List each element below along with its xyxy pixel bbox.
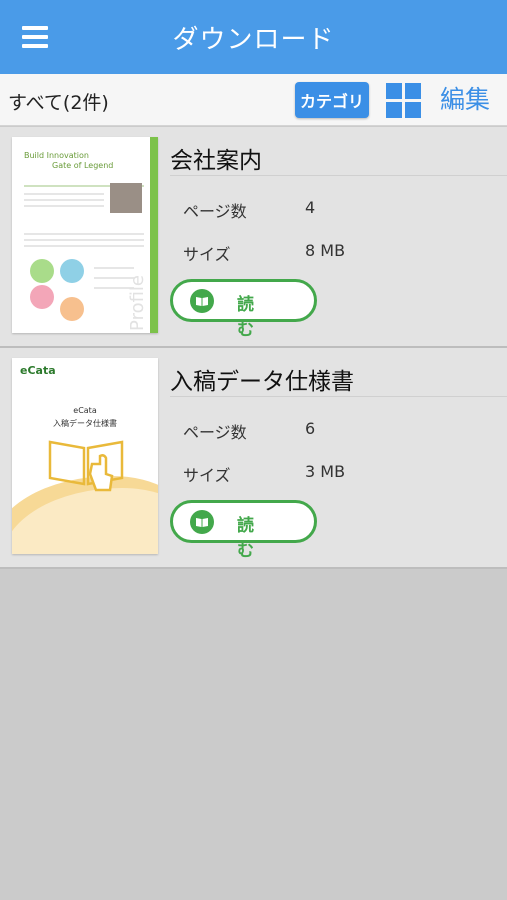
book-icon	[190, 510, 214, 534]
edit-button[interactable]: 編集	[440, 80, 490, 116]
read-button[interactable]: 読む	[170, 279, 317, 340]
read-label: 読む	[237, 516, 280, 561]
grid-cell	[386, 102, 402, 118]
thumb-logo: eCata	[20, 364, 56, 377]
category-button[interactable]: カテゴリ	[295, 82, 369, 118]
thumb-line	[24, 245, 144, 247]
size-label: サイズ	[183, 245, 231, 264]
thumb-name: eCata	[73, 406, 97, 415]
grid-cell	[386, 83, 402, 99]
thumb-heading: Gate of Legend	[52, 161, 114, 170]
thumb-line	[94, 267, 134, 269]
thumb-circle	[30, 285, 54, 309]
thumb-circle	[60, 297, 84, 321]
grid-cell	[405, 83, 421, 99]
item-title: 会社案内	[170, 148, 262, 174]
divider	[170, 396, 507, 397]
thumb-line	[24, 199, 104, 201]
grid-cell	[405, 102, 421, 118]
thumb-line	[24, 239, 144, 241]
pages-label: ページ数	[183, 202, 247, 221]
open-book-illustration	[48, 440, 124, 492]
hamburger-menu-icon[interactable]	[22, 26, 48, 48]
item-title: 入稿データ仕様書	[170, 369, 354, 395]
thumb-circle	[60, 259, 84, 283]
item-count-label: すべて(2件)	[8, 92, 109, 114]
pages-value: 6	[305, 419, 316, 438]
grid-view-icon[interactable]	[386, 83, 421, 118]
thumb-line	[24, 193, 104, 195]
menu-bar	[22, 26, 48, 30]
app-header: ダウンロード	[0, 0, 507, 74]
size-value: 8 MB	[305, 241, 346, 260]
page-title: ダウンロード	[172, 24, 335, 55]
filter-toolbar: すべて(2件) カテゴリ 編集	[0, 74, 507, 126]
size-value: 3 MB	[305, 462, 346, 481]
list-item[interactable]: eCata eCata 入稿データ仕様書 入稿データ仕様書 ページ数 6 サイズ…	[0, 348, 507, 569]
divider	[170, 175, 507, 176]
thumb-name: 入稿データ仕様書	[53, 419, 117, 428]
pages-value: 4	[305, 198, 316, 217]
thumb-side-text: Profile	[127, 275, 148, 331]
catalog-thumbnail[interactable]: eCata eCata 入稿データ仕様書	[12, 358, 158, 554]
thumb-line	[24, 205, 104, 207]
menu-bar	[22, 44, 48, 48]
pages-label: ページ数	[183, 423, 247, 442]
thumb-photo	[110, 183, 142, 213]
read-button[interactable]: 読む	[170, 500, 317, 561]
list-item[interactable]: Build Innovation Gate of Legend Profile …	[0, 127, 507, 348]
thumb-heading: Build Innovation	[24, 151, 89, 160]
catalog-thumbnail[interactable]: Build Innovation Gate of Legend Profile	[12, 137, 158, 333]
book-icon	[190, 289, 214, 313]
thumb-circle	[30, 259, 54, 283]
read-label: 読む	[237, 295, 280, 340]
size-label: サイズ	[183, 466, 231, 485]
menu-bar	[22, 35, 48, 39]
thumb-accent-bar	[150, 137, 158, 333]
thumb-line	[24, 233, 144, 235]
